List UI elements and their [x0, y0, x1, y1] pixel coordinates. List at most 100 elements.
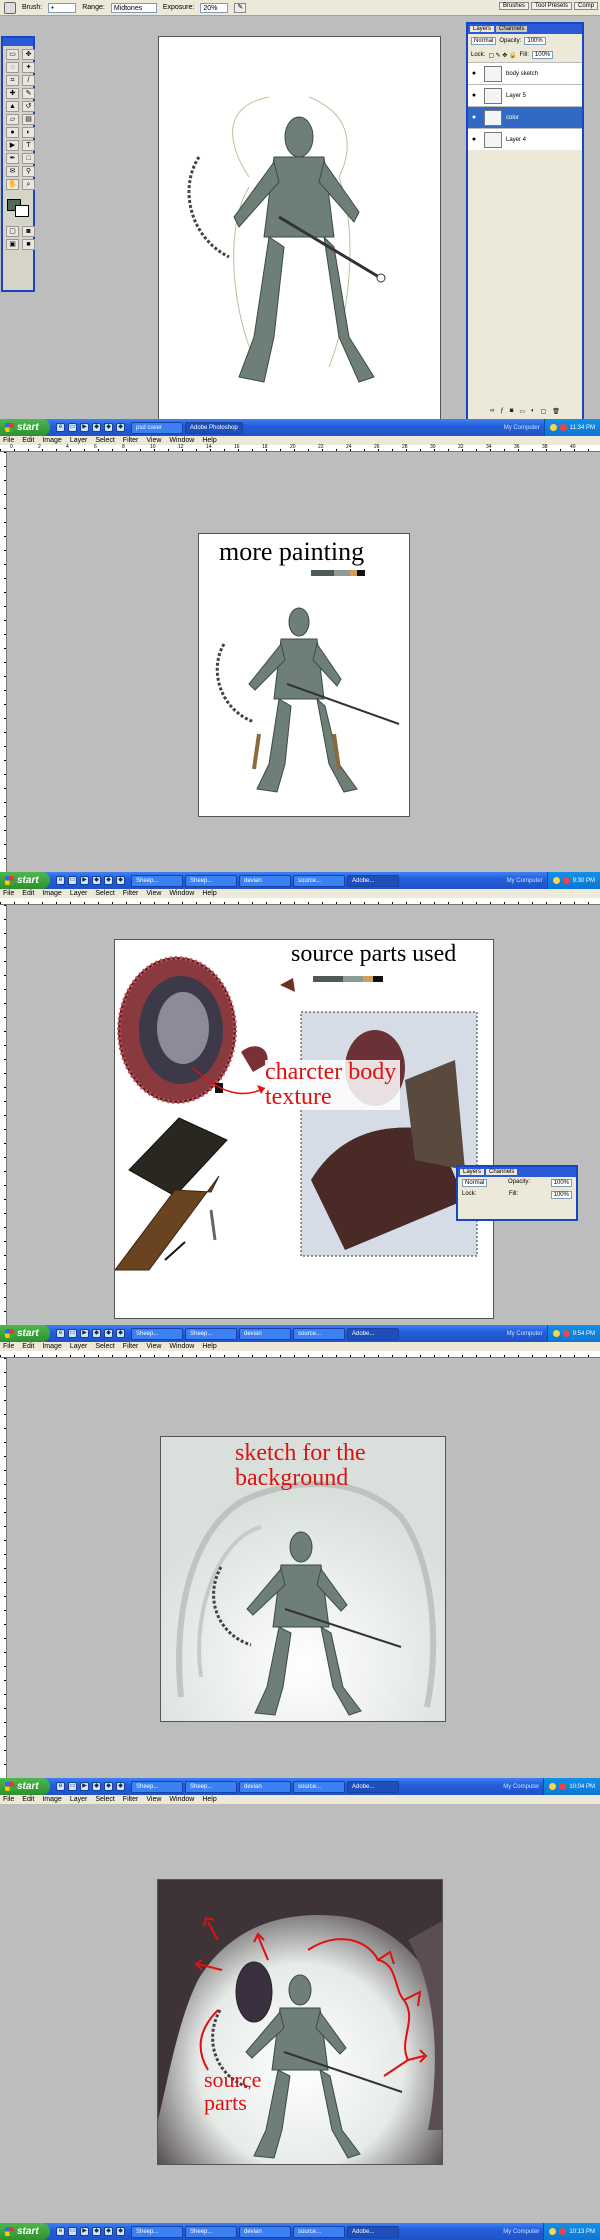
menu-help[interactable]: Help — [202, 1795, 216, 1804]
menu-edit[interactable]: Edit — [22, 436, 34, 445]
tray-icon[interactable] — [549, 1783, 557, 1790]
app-icon[interactable]: ◆ — [104, 2227, 113, 2236]
screen-mode-icon[interactable]: ▣ — [6, 239, 19, 250]
menu-edit[interactable]: Edit — [22, 1342, 34, 1351]
media-icon[interactable]: ▶ — [80, 423, 89, 432]
my-computer-label[interactable]: My Computer — [504, 425, 540, 431]
start-button[interactable]: start — [0, 419, 50, 436]
layer-row-selected[interactable]: ● color — [468, 106, 582, 128]
menu-filter[interactable]: Filter — [123, 1795, 139, 1804]
blur-tool-icon[interactable]: ● — [6, 127, 19, 138]
menu-image[interactable]: Image — [42, 1342, 61, 1351]
media-icon[interactable]: ▶ — [80, 1782, 89, 1791]
task-button[interactable]: Sheep... — [185, 1327, 237, 1340]
document-canvas-3[interactable]: source parts used charcter body texture — [114, 939, 494, 1319]
tray-icon[interactable] — [559, 1783, 567, 1790]
folder-icon[interactable]: ▭ — [68, 423, 77, 432]
tray-icon[interactable] — [549, 424, 557, 431]
menu-edit[interactable]: Edit — [22, 889, 34, 898]
app-icon[interactable]: ◆ — [116, 1782, 125, 1791]
layer-row[interactable]: ● body sketch — [468, 62, 582, 84]
crop-tool-icon[interactable]: ⌗ — [6, 75, 19, 86]
task-button[interactable]: Sheep... — [185, 2225, 237, 2238]
tray-icon[interactable] — [559, 424, 567, 431]
type-tool-icon[interactable]: T — [22, 140, 35, 151]
dodge-tool-icon[interactable]: ◐ — [22, 127, 35, 138]
task-button[interactable]: Sheep... — [131, 1780, 183, 1793]
gradient-tool-icon[interactable]: ▤ — [22, 114, 35, 125]
eyedropper-tool-icon[interactable]: ⚲ — [22, 166, 35, 177]
healing-tool-icon[interactable]: ✚ — [6, 88, 19, 99]
document-canvas-4[interactable]: sketch for the background — [160, 1436, 446, 1722]
task-button[interactable]: devian — [239, 874, 291, 887]
eye-icon[interactable]: ● — [468, 70, 480, 77]
media-icon[interactable]: ▶ — [80, 2227, 89, 2236]
menu-image[interactable]: Image — [42, 1795, 61, 1804]
layer-style-icon[interactable]: ƒ — [500, 408, 503, 418]
app-icon[interactable]: ◆ — [92, 1329, 101, 1338]
document-canvas-1[interactable] — [158, 36, 441, 422]
task-button[interactable]: Sheep... — [131, 2225, 183, 2238]
quick-mask-icon[interactable]: ◙ — [22, 226, 35, 237]
opacity-field[interactable]: 100% — [550, 1179, 572, 1187]
slice-tool-icon[interactable]: / — [22, 75, 35, 86]
app-icon[interactable]: ◆ — [104, 1329, 113, 1338]
eraser-tool-icon[interactable]: ▱ — [6, 114, 19, 125]
menu-image[interactable]: Image — [42, 436, 61, 445]
menu-window[interactable]: Window — [169, 1342, 194, 1351]
shape-tool-icon[interactable]: □ — [22, 153, 35, 164]
task-button[interactable]: source... — [293, 1327, 345, 1340]
menu-window[interactable]: Window — [169, 1795, 194, 1804]
new-layer-icon[interactable]: ▢ — [541, 408, 547, 418]
lasso-tool-icon[interactable]: ◌ — [6, 62, 19, 73]
ie-icon[interactable]: e — [56, 1329, 65, 1338]
tab-layers[interactable]: Layers — [460, 1169, 485, 1175]
layer-row[interactable]: ● Layer 5 — [468, 84, 582, 106]
task-button-active[interactable]: Adobe... — [347, 1780, 399, 1793]
menu-help[interactable]: Help — [202, 1342, 216, 1351]
app-icon[interactable]: ◆ — [116, 876, 125, 885]
my-computer-label[interactable]: My Computer — [507, 878, 543, 884]
tray-icon[interactable] — [559, 2228, 567, 2235]
tray-icon[interactable] — [552, 877, 560, 884]
tray-icon[interactable] — [562, 877, 570, 884]
task-button[interactable]: Sheep... — [131, 874, 183, 887]
palette-tab-brushes[interactable]: Brushes — [498, 2, 529, 10]
magic-wand-tool-icon[interactable]: ✦ — [22, 62, 35, 73]
stamp-tool-icon[interactable]: ▲ — [6, 101, 19, 112]
menu-select[interactable]: Select — [95, 436, 114, 445]
menu-filter[interactable]: Filter — [123, 436, 139, 445]
tab-channels[interactable]: Channels — [486, 1169, 518, 1175]
app-icon[interactable]: ◆ — [104, 1782, 113, 1791]
folder-icon[interactable]: ▭ — [68, 1782, 77, 1791]
my-computer-label[interactable]: My Computer — [503, 1784, 539, 1790]
blend-mode-select[interactable]: Normal — [471, 37, 497, 45]
task-button[interactable]: psd cover — [131, 421, 183, 434]
app-icon[interactable]: ◆ — [104, 423, 113, 432]
menu-view[interactable]: View — [146, 1342, 161, 1351]
layer-row[interactable]: ● Layer 4 — [468, 128, 582, 150]
trash-icon[interactable]: 🗑 — [552, 408, 560, 418]
my-computer-label[interactable]: My Computer — [507, 1331, 543, 1337]
task-button[interactable]: source... — [293, 874, 345, 887]
path-selection-tool-icon[interactable]: ▶ — [6, 140, 19, 151]
task-button[interactable]: devian — [239, 1780, 291, 1793]
menu-filter[interactable]: Filter — [123, 1342, 139, 1351]
menu-help[interactable]: Help — [202, 889, 216, 898]
eye-icon[interactable]: ● — [468, 114, 480, 121]
brush-tool-icon[interactable]: ✎ — [22, 88, 35, 99]
app-icon[interactable]: ◆ — [116, 423, 125, 432]
app-icon[interactable]: ◆ — [92, 423, 101, 432]
app-icon[interactable]: ◆ — [116, 2227, 125, 2236]
menu-view[interactable]: View — [146, 889, 161, 898]
fill-field[interactable]: 100% — [531, 51, 554, 59]
pen-tool-icon[interactable]: ✒ — [6, 153, 19, 164]
history-brush-tool-icon[interactable]: ↺ — [22, 101, 35, 112]
full-screen-icon[interactable]: ■ — [22, 239, 35, 250]
lock-icons[interactable]: ▢ ✎ ✥ 🔒 — [488, 52, 516, 59]
adjustment-icon[interactable]: ◐ — [531, 408, 535, 418]
eye-icon[interactable]: ● — [468, 92, 480, 99]
menu-select[interactable]: Select — [95, 889, 114, 898]
folder-icon[interactable]: ▭ — [68, 2227, 77, 2236]
hand-tool-icon[interactable]: ✋ — [6, 179, 19, 190]
